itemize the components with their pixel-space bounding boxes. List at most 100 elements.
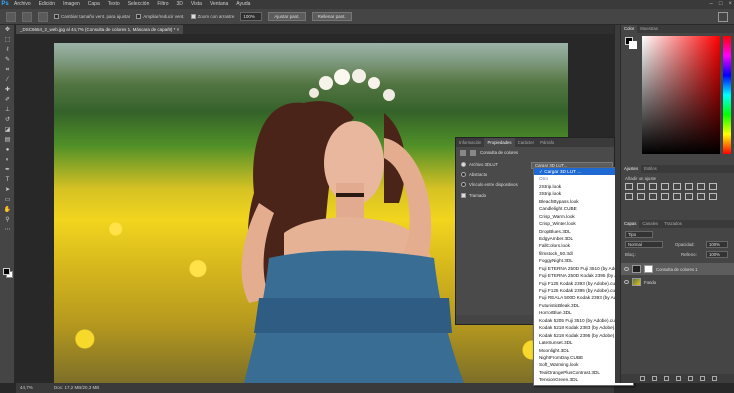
menu-edicion[interactable]: Edición — [35, 0, 59, 9]
option-3dlut-file[interactable]: Archivo 3DLUT — [461, 162, 498, 167]
menu-ayuda[interactable]: Ayuda — [232, 0, 254, 9]
layer-mask-thumbnail[interactable] — [644, 265, 653, 273]
layer-name[interactable]: Fondo — [644, 280, 656, 285]
fill-screen-button[interactable]: Rellenar pant. — [311, 12, 352, 21]
photo-filter-icon[interactable] — [625, 193, 633, 200]
zoom-in-icon[interactable] — [22, 11, 32, 22]
color-field[interactable] — [642, 36, 720, 154]
eye-icon[interactable] — [624, 267, 629, 271]
marquee-tool-icon[interactable]: ⬚ — [3, 36, 12, 44]
zoom-out-icon[interactable] — [38, 11, 48, 22]
channel-mixer-icon[interactable] — [637, 193, 645, 200]
close-button[interactable]: × — [728, 0, 732, 9]
new-group-icon[interactable] — [687, 376, 693, 381]
healing-tool-icon[interactable]: ✚ — [3, 86, 12, 94]
color-lookup-adj-icon[interactable] — [649, 193, 657, 200]
document-tab-close-icon[interactable]: × — [177, 27, 180, 32]
dodge-tool-icon[interactable]: ◐ — [3, 156, 12, 164]
quick-select-tool-icon[interactable]: ✎ — [3, 56, 12, 64]
shape-tool-icon[interactable]: ▭ — [3, 196, 12, 204]
vibrance-icon[interactable] — [673, 183, 681, 190]
tab-trazados[interactable]: Trazados — [661, 220, 685, 228]
tab-muestras[interactable]: Muestras — [637, 25, 661, 33]
eraser-tool-icon[interactable]: ◪ — [3, 126, 12, 134]
curves-icon[interactable] — [649, 183, 657, 190]
blend-mode-select[interactable]: Normal — [625, 241, 663, 248]
option-abstract[interactable]: Abstracto — [461, 172, 487, 177]
type-tool-icon[interactable]: T — [3, 176, 12, 184]
zoom-tool-icon[interactable]: ⚲ — [3, 216, 12, 224]
dither-checkbox[interactable] — [461, 193, 466, 198]
stamp-tool-icon[interactable]: ⊥ — [3, 106, 12, 114]
eye-icon[interactable] — [624, 280, 629, 284]
radio-3dlut-file[interactable] — [461, 162, 466, 167]
menu-seleccion[interactable]: Selección — [124, 0, 154, 9]
zoom-all-checkbox[interactable] — [136, 14, 142, 19]
tab-estilos[interactable]: Estilos — [641, 165, 660, 173]
eyedropper-tool-icon[interactable]: ⁄ — [3, 76, 12, 84]
invert-icon[interactable] — [661, 193, 669, 200]
option-dither[interactable]: Tramado — [461, 193, 486, 198]
threshold-icon[interactable] — [685, 193, 693, 200]
workspace-icon[interactable] — [718, 12, 728, 22]
color-panel-background-swatch[interactable] — [629, 41, 637, 49]
blur-tool-icon[interactable]: ● — [3, 146, 12, 154]
exposure-icon[interactable] — [661, 183, 669, 190]
posterize-icon[interactable] — [673, 193, 681, 200]
scrubby-zoom-checkbox[interactable] — [190, 14, 196, 19]
tab-capas[interactable]: Capas — [621, 220, 640, 228]
layer-name[interactable]: Consulta de colores 1 — [656, 267, 698, 272]
history-brush-tool-icon[interactable]: ↺ — [3, 116, 12, 124]
minimize-button[interactable]: – — [710, 0, 713, 9]
menu-filtro[interactable]: Filtro — [153, 0, 172, 9]
crop-tool-icon[interactable]: ⌗ — [3, 66, 12, 74]
hue-saturation-icon[interactable] — [685, 183, 693, 190]
zoom-tool-icon[interactable] — [6, 11, 16, 22]
tab-ajustes[interactable]: Ajustes — [621, 165, 642, 173]
scrubby-zoom-option[interactable]: Zoom con arrastre — [190, 14, 234, 19]
layer-row[interactable]: Fondo — [621, 276, 734, 288]
layer-kind-filter[interactable]: Tipo — [625, 231, 653, 238]
radio-abstract[interactable] — [461, 172, 466, 177]
brightness-contrast-icon[interactable] — [625, 183, 633, 190]
resize-windows-option[interactable]: Cambiar tamaño vent. para ajustar — [54, 14, 130, 19]
menu-vista[interactable]: Vista — [187, 0, 206, 9]
trash-icon[interactable] — [711, 376, 717, 381]
more-tools-icon[interactable]: ⋯ — [3, 226, 12, 234]
layer-style-icon[interactable] — [651, 376, 657, 381]
tab-informacion[interactable]: Información — [456, 138, 484, 147]
radio-device-link[interactable] — [461, 182, 466, 187]
hand-tool-icon[interactable]: ✋ — [3, 206, 12, 214]
add-mask-icon[interactable] — [663, 376, 669, 381]
link-layers-icon[interactable] — [639, 376, 645, 381]
maximize-button[interactable]: □ — [719, 0, 723, 9]
fill-field[interactable]: 100% — [706, 251, 728, 258]
brush-tool-icon[interactable]: ✐ — [3, 96, 12, 104]
lasso-tool-icon[interactable]: ℓ — [3, 46, 12, 54]
document-tab[interactable]: _DSC6654_2_web.jpg al 44,7% (Consulta de… — [16, 25, 184, 34]
menu-3d[interactable]: 3D — [173, 0, 187, 9]
fit-screen-button[interactable]: Ajustar pant. — [268, 12, 306, 21]
tab-canales[interactable]: Canales — [639, 220, 661, 228]
opacity-field[interactable]: 100% — [706, 241, 728, 248]
path-select-tool-icon[interactable]: ➤ — [3, 186, 12, 194]
menu-ventana[interactable]: Ventana — [206, 0, 232, 9]
status-zoom[interactable]: 44,7% — [20, 383, 33, 393]
new-adjustment-icon[interactable] — [675, 376, 681, 381]
resize-windows-checkbox[interactable] — [54, 14, 59, 19]
tab-caracter[interactable]: Carácter — [515, 138, 537, 147]
tab-propiedades[interactable]: Propiedades — [484, 138, 515, 147]
menu-imagen[interactable]: Imagen — [59, 0, 84, 9]
option-device-link[interactable]: Vínculo entre dispositivos — [461, 182, 518, 187]
zoom-value-field[interactable]: 100% — [240, 12, 263, 21]
black-white-icon[interactable] — [709, 183, 717, 190]
layer-row[interactable]: Consulta de colores 1 — [621, 263, 734, 275]
tab-parrafo[interactable]: Párrafo — [537, 138, 557, 147]
move-tool-icon[interactable]: ✥ — [3, 26, 12, 34]
foreground-color-swatch[interactable] — [3, 268, 10, 275]
new-layer-icon[interactable] — [699, 376, 705, 381]
pen-tool-icon[interactable]: ✒ — [3, 166, 12, 174]
hue-slider[interactable] — [723, 36, 731, 154]
menu-capa[interactable]: Capa — [84, 0, 104, 9]
menu-archivo[interactable]: Archivo — [10, 0, 35, 9]
